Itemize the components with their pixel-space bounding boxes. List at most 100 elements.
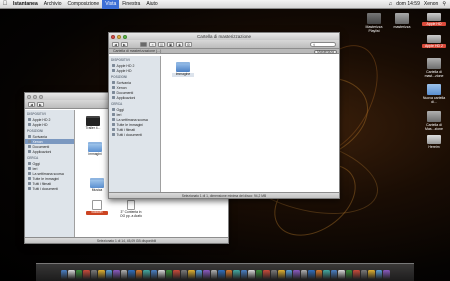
dock-app-icon[interactable]: [210, 270, 217, 279]
zoom-button[interactable]: [39, 94, 43, 99]
dock-app-icon[interactable]: [135, 270, 142, 279]
back-button[interactable]: ◀: [112, 41, 119, 47]
sidebar-item-documenti-search[interactable]: Tutti i documenti: [25, 186, 74, 191]
minimize-button[interactable]: [33, 94, 37, 99]
dock-app-icon[interactable]: [285, 270, 292, 279]
dock-app-icon[interactable]: [338, 270, 345, 279]
close-button[interactable]: [111, 34, 115, 39]
dock-app-icon[interactable]: [255, 270, 262, 279]
user-menu[interactable]: Xenon: [424, 1, 438, 7]
dock-app-icon[interactable]: [105, 270, 112, 279]
dock-app-icon[interactable]: [330, 270, 337, 279]
dock-app-icon[interactable]: [278, 270, 285, 279]
dock-app-icon[interactable]: [368, 270, 375, 279]
close-button[interactable]: [27, 94, 31, 99]
menu-item-finestra[interactable]: Finestra: [119, 0, 143, 9]
file-item[interactable]: Immagini: [84, 142, 106, 157]
desktop-icon-cartella-mas[interactable]: Cartella di Mas...zione: [422, 111, 446, 131]
dock-app-icon[interactable]: [323, 270, 330, 279]
burn-folder-icon: [427, 58, 441, 69]
desktop-icon-masterizza[interactable]: masterizza: [390, 13, 414, 29]
dock-app-icon[interactable]: [263, 270, 270, 279]
dock-app-icon[interactable]: [360, 270, 367, 279]
dock-app-icon[interactable]: [375, 270, 382, 279]
forward-button[interactable]: ▶: [37, 101, 44, 107]
icon-view-button[interactable]: [140, 41, 147, 47]
zoom-button[interactable]: [123, 34, 127, 39]
dock-app-icon[interactable]: [195, 270, 202, 279]
file-item[interactable]: Booklet: [86, 200, 108, 215]
dock-app-icon[interactable]: [353, 270, 360, 279]
dock-app-icon[interactable]: [173, 270, 180, 279]
dock-app-icon[interactable]: [345, 270, 352, 279]
menu-item-aiuto[interactable]: Aiuto: [143, 0, 160, 9]
disk-image-icon: [427, 135, 441, 144]
window-titlebar[interactable]: Cartella di masterizzazione: [109, 33, 339, 40]
dock-app-icon[interactable]: [293, 270, 300, 279]
dock-app-icon[interactable]: [150, 270, 157, 279]
dock-app-icon[interactable]: [98, 270, 105, 279]
desktop-icon-apple-hd[interactable]: Apple HD: [422, 13, 446, 26]
sidebar-item-label: La settimana scorsa: [32, 171, 64, 176]
dock-app-icon[interactable]: [83, 270, 90, 279]
action-gear-icon[interactable]: ⚙: [185, 41, 192, 47]
menu-item-archivio[interactable]: Archivio: [41, 0, 65, 9]
dock-app-icon[interactable]: [75, 270, 82, 279]
spotlight-icon[interactable]: ⚲: [442, 1, 446, 7]
dock-app-icon[interactable]: [90, 270, 97, 279]
file-item[interactable]: Musica: [86, 178, 108, 193]
burn-button[interactable]: Masterizza: [314, 49, 337, 54]
desktop-icon-burn-playlist[interactable]: Masterizza Playlist: [362, 13, 386, 33]
dock-app-icon[interactable]: [68, 270, 75, 279]
clock[interactable]: dom 14:59: [396, 1, 420, 7]
volume-icon[interactable]: ♫: [388, 1, 392, 7]
dock-app-icon[interactable]: [233, 270, 240, 279]
dock-app-icon[interactable]: [158, 270, 165, 279]
dock-app-icon[interactable]: [300, 270, 307, 279]
dock-app-icon[interactable]: [308, 270, 315, 279]
dock-app-icon[interactable]: [180, 270, 187, 279]
desktop-icon-cartella-mast[interactable]: Cartella di mast...zione: [422, 58, 446, 78]
sidebar-item-applicazioni[interactable]: Applicazioni: [109, 95, 160, 100]
dock-app-icon[interactable]: [240, 270, 247, 279]
dock-app-icon[interactable]: [188, 270, 195, 279]
dock-app-icon[interactable]: [225, 270, 232, 279]
forward-button[interactable]: ▶: [121, 41, 128, 47]
dock-app-icon[interactable]: [270, 270, 277, 279]
desktop-icon-hereim[interactable]: Hereim: [422, 135, 446, 149]
file-item[interactable]: Immagine: [172, 62, 194, 77]
back-button[interactable]: ◀: [28, 101, 35, 107]
dock-app-icon[interactable]: [315, 270, 322, 279]
quicklook-button[interactable]: ◉: [176, 41, 183, 47]
folder-icon: [427, 84, 441, 95]
sidebar-item-documenti-search[interactable]: Tutti i documenti: [109, 132, 160, 137]
desktop-icon-nuova-cartella[interactable]: Nuova cartella di...: [422, 84, 446, 104]
dock-app-icon[interactable]: [165, 270, 172, 279]
dock-app-icon[interactable]: [218, 270, 225, 279]
file-item[interactable]: 3° Contenta in OO pp. a Arafo: [118, 200, 144, 219]
dock-app-icon[interactable]: [143, 270, 150, 279]
column-view-button[interactable]: |||: [158, 41, 165, 47]
dock-app-icon[interactable]: [113, 270, 120, 279]
documents-icon: [112, 91, 115, 94]
dock-app-icon[interactable]: [120, 270, 127, 279]
file-item[interactable]: Trailer 4...: [82, 116, 104, 131]
desktop-icon-apple-hd-2[interactable]: Apple HD 2: [422, 35, 446, 48]
sidebar-item-label: Documenti: [116, 90, 134, 95]
list-view-button[interactable]: ≡: [149, 41, 156, 47]
dock-app-icon[interactable]: [383, 270, 390, 279]
dock-app-icon[interactable]: [203, 270, 210, 279]
sidebar-item-applicazioni[interactable]: Applicazioni: [25, 149, 74, 154]
coverflow-view-button[interactable]: ▣: [167, 41, 174, 47]
menu-item-istantanea[interactable]: Istantanea: [10, 0, 41, 9]
dock-app-icon[interactable]: [60, 270, 67, 279]
search-input[interactable]: ⚲: [310, 41, 336, 47]
minimize-button[interactable]: [117, 34, 121, 39]
menu-item-composizione[interactable]: Composizione: [65, 0, 103, 9]
menu-item-vista[interactable]: Vista: [102, 0, 120, 9]
dock-app-icon[interactable]: [128, 270, 135, 279]
dock-app-icon[interactable]: [248, 270, 255, 279]
sidebar-item-apple-hd[interactable]: Apple HD: [25, 122, 74, 127]
apple-menu-icon[interactable]: : [0, 1, 10, 7]
sidebar-item-apple-hd[interactable]: Apple HD: [109, 68, 160, 73]
